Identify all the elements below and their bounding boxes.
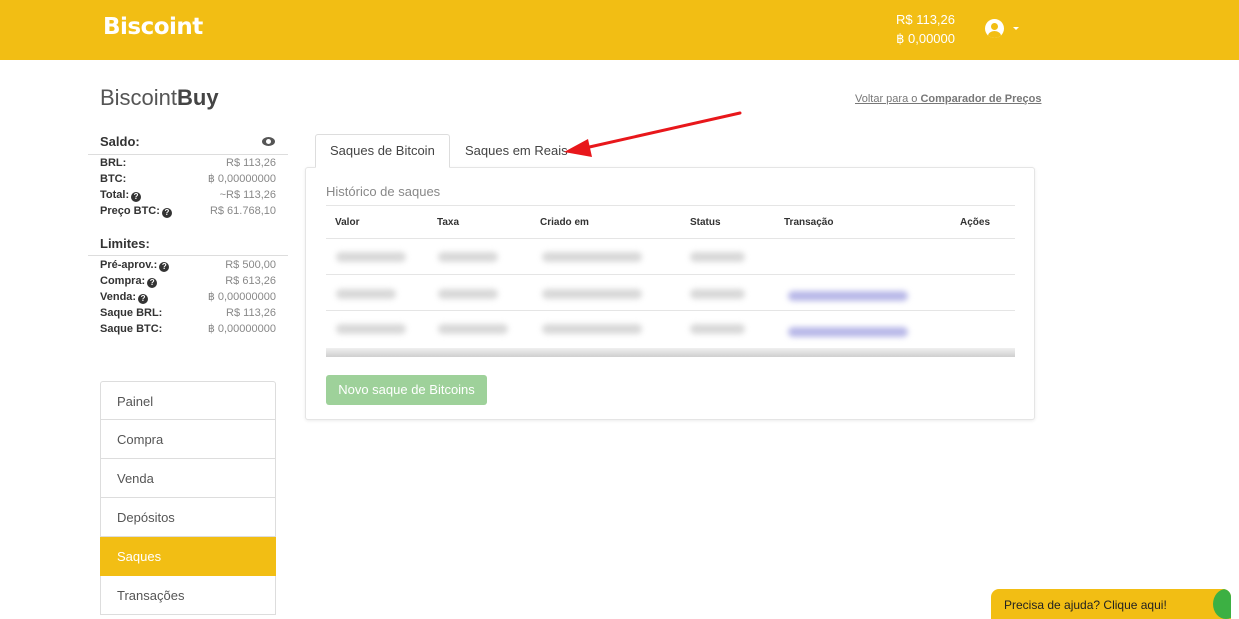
question-circle-icon[interactable]: ? <box>138 294 149 304</box>
page-title: BiscointBuy <box>100 85 219 111</box>
table-row-tail <box>926 239 1015 275</box>
limites-label: Pré-aprov.:? <box>100 257 170 273</box>
table-scroll-shadow <box>326 348 1015 357</box>
blurred-cell <box>438 324 508 334</box>
sidebar-nav: Painel Compra Venda Depósitos Saques Tra… <box>100 381 276 615</box>
limites-value: ฿ 0,00000000 <box>207 323 276 335</box>
table-row-tail <box>926 275 1015 311</box>
blurred-cell <box>690 324 745 334</box>
back-link-prefix[interactable]: Voltar para o <box>855 93 920 105</box>
question-circle-icon[interactable]: ? <box>131 192 142 202</box>
saldo-label-text: Preço BTC: <box>100 205 160 217</box>
column-header-acoes: Ações <box>960 217 991 228</box>
eye-icon[interactable] <box>262 137 275 146</box>
blurred-transaction-link[interactable] <box>788 291 908 301</box>
tab-saques-bitcoin[interactable]: Saques de Bitcoin <box>315 134 450 168</box>
sidebar-item-compra[interactable]: Compra <box>100 420 276 459</box>
saldo-value: R$ 113,26 <box>226 157 276 169</box>
column-header-transacao: Transação <box>784 217 834 228</box>
blurred-transaction-link[interactable] <box>788 327 908 337</box>
question-circle-icon[interactable]: ? <box>147 278 158 288</box>
question-circle-icon[interactable]: ? <box>159 262 170 272</box>
chat-status-icon <box>1213 589 1231 619</box>
limites-row-compra: Compra:? R$ 613,26 <box>100 273 276 289</box>
blurred-cell <box>542 252 642 262</box>
blurred-cell <box>690 252 745 262</box>
header-balance: R$ 113,26 ฿ 0,00000 <box>880 10 955 48</box>
limites-label: Compra:? <box>100 273 158 289</box>
chevron-down-icon[interactable] <box>1013 27 1019 30</box>
blurred-cell <box>336 289 396 299</box>
tab-saques-reais[interactable]: Saques em Reais <box>450 134 583 168</box>
table-header: Valor Taxa Criado em Status Transação Aç… <box>326 205 1015 239</box>
column-header-taxa: Taxa <box>437 217 460 228</box>
limites-label: Saque BRL: <box>100 307 163 319</box>
saldo-label-text: Total: <box>100 189 130 201</box>
limites-row-saque-btc: Saque BTC: ฿ 0,00000000 <box>100 321 276 337</box>
top-navbar: Biscoint R$ 113,26 ฿ 0,00000 <box>0 0 1239 60</box>
column-header-status: Status <box>690 217 721 228</box>
table-row <box>326 275 926 311</box>
page-title-prefix: Biscoint <box>100 85 178 110</box>
blurred-cell <box>542 324 642 334</box>
saldo-row-preco-btc: Preço BTC:? R$ 61.768,10 <box>100 203 276 219</box>
limites-label-text: Venda: <box>100 291 137 303</box>
saldo-row-total: Total:? ~R$ 113,26 <box>100 187 276 203</box>
saldo-label: Preço BTC:? <box>100 203 172 219</box>
user-circle-icon[interactable] <box>985 19 1004 38</box>
saldo-value: R$ 61.768,10 <box>209 205 276 217</box>
question-circle-icon[interactable]: ? <box>161 208 172 218</box>
saldo-row-btc: BTC: ฿ 0,00000000 <box>100 171 276 187</box>
limites-row-saque-brl: Saque BRL: R$ 113,26 <box>100 305 276 321</box>
limites-title: Limites: <box>100 236 150 251</box>
sidebar-item-painel[interactable]: Painel <box>100 381 276 420</box>
sidebar-item-transacoes[interactable]: Transações <box>100 576 276 615</box>
header-balance-brl: R$ 113,26 <box>895 12 955 27</box>
limites-label-text: Pré-aprov.: <box>100 259 158 271</box>
back-link-bold[interactable]: Comparador de Preços <box>920 93 1041 105</box>
saldo-label: Total:? <box>100 187 142 203</box>
withdrawals-panel: Histórico de saques Valor Taxa Criado em… <box>305 167 1035 420</box>
saldo-title: Saldo: <box>100 134 140 149</box>
limites-value: R$ 113,26 <box>226 307 276 319</box>
saldo-value: ~R$ 113,26 <box>219 189 276 201</box>
limites-label: Saque BTC: <box>100 323 163 335</box>
saldo-label: BTC: <box>100 173 127 185</box>
blurred-cell <box>336 324 406 334</box>
panel-heading: Histórico de saques <box>326 184 441 199</box>
blurred-cell <box>438 289 498 299</box>
help-chat-label[interactable]: Precisa de ajuda? Clique aqui! <box>1004 598 1167 612</box>
limites-row-venda: Venda:? ฿ 0,00000000 <box>100 289 276 305</box>
blurred-cell <box>336 252 406 262</box>
blurred-cell <box>438 252 498 262</box>
column-header-criado-em: Criado em <box>540 217 589 228</box>
blurred-cell <box>542 289 642 299</box>
blurred-cell <box>690 289 745 299</box>
limites-row-pre-aprov: Pré-aprov.:? R$ 500,00 <box>100 257 276 273</box>
sidebar-item-depositos[interactable]: Depósitos <box>100 498 276 537</box>
limites-label: Venda:? <box>100 289 149 305</box>
sidebar-item-venda[interactable]: Venda <box>100 459 276 498</box>
biscoint-logo[interactable]: Biscoint <box>103 14 203 40</box>
saldo-row-brl: BRL: R$ 113,26 <box>100 155 276 171</box>
help-chat-widget[interactable]: Precisa de ajuda? Clique aqui! <box>991 589 1231 619</box>
saldo-value: ฿ 0,00000000 <box>207 173 276 185</box>
new-bitcoin-withdrawal-button[interactable]: Novo saque de Bitcoins <box>326 375 487 405</box>
column-header-valor: Valor <box>335 217 360 228</box>
page-title-suffix: Buy <box>177 85 219 110</box>
withdrawals-table: Valor Taxa Criado em Status Transação Aç… <box>326 205 1015 357</box>
header-balance-btc: ฿ 0,00000 <box>896 31 955 46</box>
sidebar-item-saques[interactable]: Saques <box>100 537 276 576</box>
back-to-comparator-link[interactable]: Voltar para o Comparador de Preços <box>855 93 1041 105</box>
limites-value: ฿ 0,00000000 <box>207 291 276 303</box>
limites-divider <box>88 255 288 256</box>
table-row <box>326 239 926 275</box>
limites-value: R$ 613,26 <box>225 275 276 287</box>
table-row <box>326 311 926 347</box>
saldo-label: BRL: <box>100 157 127 169</box>
limites-value: R$ 500,00 <box>225 259 276 271</box>
limites-label-text: Compra: <box>100 275 146 287</box>
